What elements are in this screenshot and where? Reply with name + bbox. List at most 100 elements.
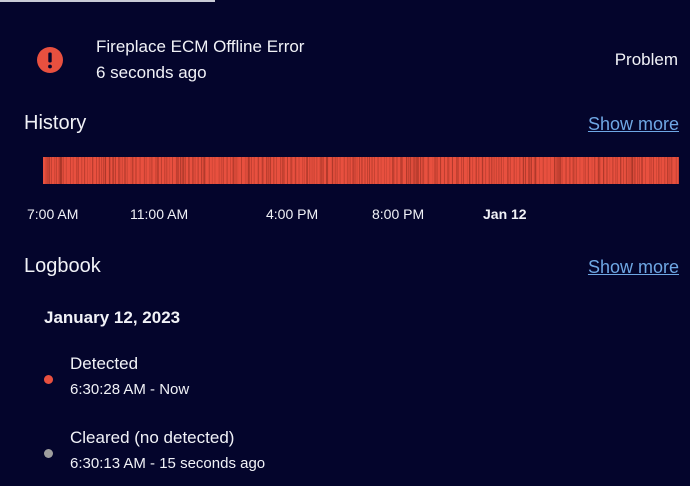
timeline-state-segment — [631, 157, 634, 184]
timeline-state-segment — [316, 157, 318, 184]
timeline-state-segment — [76, 157, 78, 184]
history-show-more-link[interactable]: Show more — [588, 114, 679, 135]
entity-row[interactable]: Fireplace ECM Offline Error 6 seconds ag… — [36, 34, 678, 90]
timeline-state-segment — [287, 157, 288, 184]
status-dot — [44, 375, 53, 384]
timeline-state-segment — [414, 157, 416, 184]
timeline-state-segment — [649, 157, 650, 184]
timeline-state-segment — [568, 157, 570, 184]
timeline-state-segment — [45, 157, 47, 184]
timeline-state-segment — [509, 157, 511, 184]
entity-last-changed: 6 seconds ago — [96, 63, 207, 82]
timeline-state-segment — [606, 157, 608, 184]
timeline-state-segment — [485, 157, 487, 184]
timeline-state-segment — [573, 157, 575, 184]
timeline-state-segment — [253, 157, 255, 184]
timeline-state-segment — [55, 157, 57, 184]
timeline-state-segment — [612, 157, 614, 184]
timeline-state-segment — [638, 157, 640, 184]
timeline-state-segment — [439, 157, 442, 184]
timeline-state-segment — [415, 157, 417, 184]
timeline-state-segment — [356, 157, 358, 184]
timeline-state-segment — [282, 157, 284, 184]
timeline-state-segment — [175, 157, 177, 184]
timeline-state-segment — [204, 157, 206, 184]
timeline-state-segment — [319, 157, 321, 184]
timeline-state-segment — [402, 157, 403, 184]
logbook-entry-state: Detected — [70, 354, 139, 373]
logbook-show-more-link[interactable]: Show more — [588, 257, 679, 278]
timeline-state-segment — [214, 157, 216, 184]
timeline-state-segment — [130, 157, 132, 184]
timeline-state-segment — [434, 157, 436, 184]
timeline-state-segment — [628, 157, 630, 184]
timeline-state-segment — [560, 157, 561, 184]
timeline-state-segment — [115, 157, 116, 184]
timeline-state-segment — [443, 157, 445, 184]
timeline-state-segment — [656, 157, 657, 184]
timeline-state-segment — [126, 157, 128, 184]
timeline-state-segment — [667, 157, 669, 184]
entity-name: Fireplace ECM Offline Error — [96, 37, 305, 56]
timeline-state-segment — [550, 157, 551, 184]
timeline-state-segment — [119, 157, 121, 184]
timeline-state-segment — [637, 157, 638, 184]
timeline-state-segment — [660, 157, 662, 184]
timeline-state-segment — [650, 157, 652, 184]
timeline-state-segment — [112, 157, 114, 184]
timeline-state-segment — [412, 157, 414, 184]
logbook-entry-time: 6:30:13 AM - 15 seconds ago — [70, 455, 266, 472]
timeline-state-segment — [664, 157, 666, 184]
timeline-state-segment — [491, 157, 492, 184]
timeline-state-segment — [422, 157, 424, 184]
timeline-state-segment — [634, 157, 636, 184]
timeline-state-segment — [468, 157, 471, 184]
timeline-state-segment — [675, 157, 677, 184]
timeline-state-segment — [87, 157, 88, 184]
timeline-state-segment — [575, 157, 577, 184]
timeline-state-segment — [143, 157, 146, 184]
logbook-entry-state: Cleared (no detected) — [70, 428, 235, 447]
timeline-state-segment — [235, 157, 237, 184]
timeline-state-segment — [108, 157, 111, 184]
timeline-state-segment — [427, 157, 429, 184]
timeline-state-segment — [262, 157, 264, 184]
timeline-state-segment — [597, 157, 600, 184]
timeline-state-segment — [358, 157, 360, 184]
timeline-state-segment — [533, 157, 536, 184]
timeline-state-segment — [118, 157, 120, 184]
top-divider — [0, 0, 215, 2]
timeline-state-segment — [152, 157, 153, 184]
timeline-state-segment — [222, 157, 224, 184]
timeline-state-segment — [587, 157, 589, 184]
alert-circle-icon — [37, 47, 63, 73]
timeline-state-segment — [353, 157, 355, 184]
timeline-state-segment — [257, 157, 260, 184]
time-tick: 8:00 PM — [372, 206, 425, 222]
timeline-state-segment — [220, 157, 222, 184]
timeline-state-segment — [298, 157, 300, 184]
timeline-state-segment — [47, 157, 49, 184]
logbook-entry[interactable]: Cleared (no detected) 6:30:13 AM - 15 se… — [44, 428, 690, 478]
timeline-state-segment — [507, 157, 509, 184]
timeline-state-segment — [81, 157, 83, 184]
history-timeline-bar[interactable] — [43, 157, 679, 184]
timeline-state-segment — [92, 157, 94, 184]
timeline-state-segment — [276, 157, 277, 184]
logbook-entry[interactable]: Detected 6:30:28 AM - Now — [44, 354, 690, 404]
timeline-state-segment — [48, 157, 50, 184]
time-tick: 11:00 AM — [130, 206, 189, 222]
timeline-state-segment — [302, 157, 304, 184]
timeline-state-segment — [326, 157, 328, 184]
timeline-state-segment — [625, 157, 628, 184]
timeline-state-segment — [339, 157, 341, 184]
timeline-state-segment — [492, 157, 494, 184]
timeline-state-segment — [554, 157, 556, 184]
timeline-state-segment — [615, 157, 617, 184]
timeline-state-segment — [269, 157, 272, 184]
timeline-state-segment — [62, 157, 64, 184]
timeline-state-segment — [451, 157, 453, 184]
timeline-state-segment — [352, 157, 354, 184]
timeline-state-segment — [138, 157, 140, 184]
timeline-state-segment — [400, 157, 402, 184]
